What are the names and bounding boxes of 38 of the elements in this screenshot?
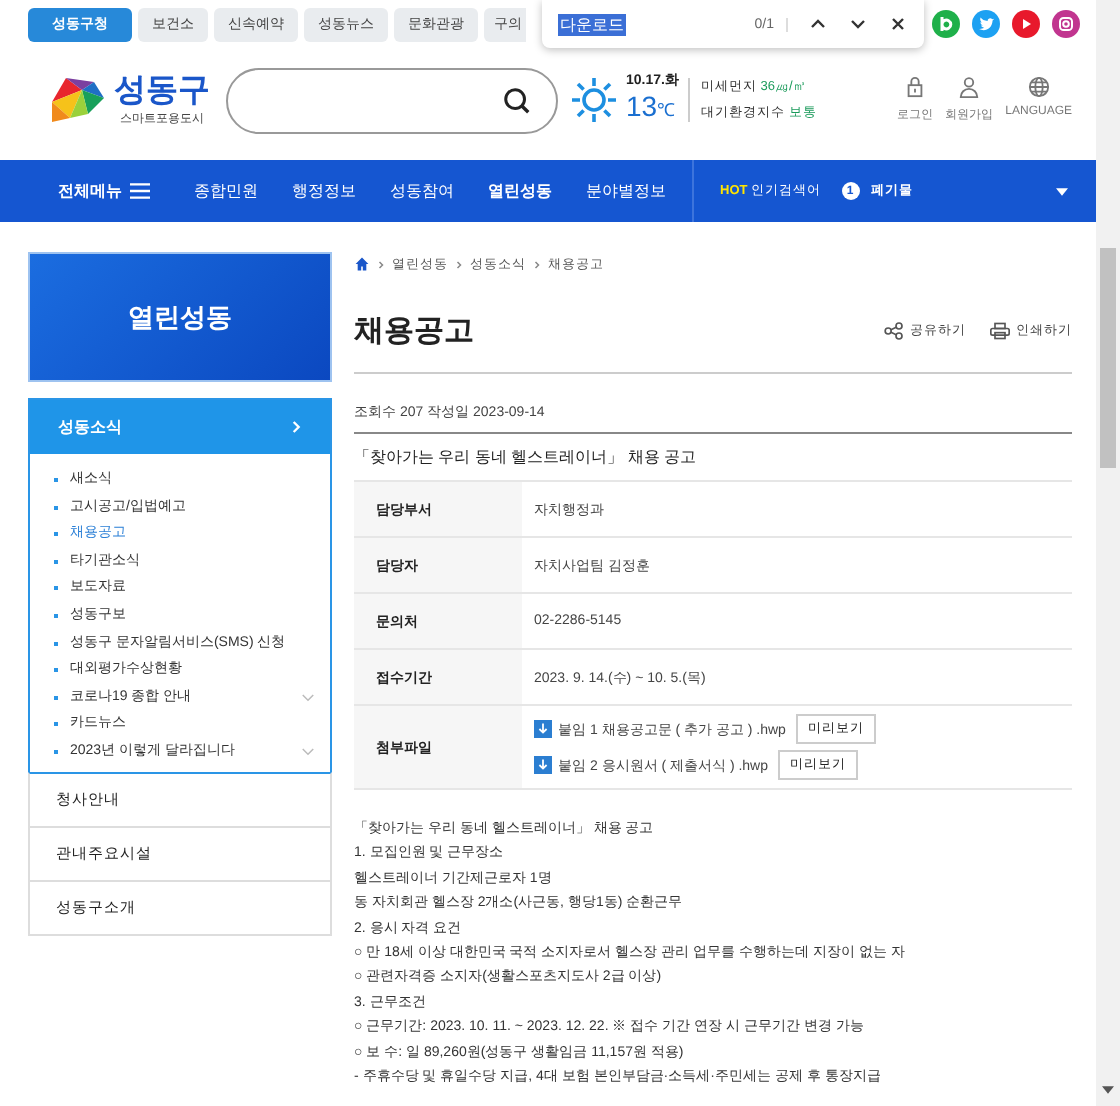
play-icon[interactable] — [1012, 10, 1040, 38]
chevron-icon — [292, 420, 302, 434]
file-icon — [534, 720, 552, 738]
chevron-icon — [534, 259, 540, 269]
scroll-thumb[interactable] — [1100, 248, 1116, 468]
lock-icon — [904, 76, 927, 98]
nav-item[interactable]: 분야별정보 — [586, 180, 666, 202]
close-icon[interactable] — [888, 14, 908, 34]
camera-icon[interactable] — [1052, 10, 1080, 38]
chevron-icon — [378, 259, 384, 269]
menu-icon — [130, 182, 150, 200]
all-menu-button[interactable]: 전체메뉴 — [58, 180, 150, 202]
blog-icon[interactable] — [932, 10, 960, 38]
nav-item[interactable]: 종합민원 — [194, 180, 258, 202]
sun-icon — [570, 76, 618, 124]
bird-icon[interactable] — [972, 10, 1000, 38]
home-icon[interactable] — [354, 256, 370, 272]
person-icon — [958, 76, 981, 98]
temperature: 13℃ — [626, 90, 678, 126]
globe-icon — [1027, 76, 1050, 98]
scroll-down-icon[interactable] — [1102, 1086, 1114, 1094]
nav-item[interactable]: 열린성동 — [488, 180, 552, 202]
search-icon[interactable] — [502, 85, 532, 115]
nav-item[interactable]: 성동참여 — [390, 180, 454, 202]
logo-icon[interactable] — [48, 74, 108, 126]
find-query[interactable]: 다운로드 — [558, 13, 626, 35]
file-icon — [534, 756, 552, 774]
caret-icon[interactable] — [1056, 187, 1068, 195]
search-field[interactable] — [226, 67, 558, 133]
share-icon — [884, 321, 904, 339]
page-title: 채용공고 — [354, 311, 474, 349]
logo-name: 성동구 — [114, 73, 210, 109]
printer-icon — [990, 321, 1010, 339]
chevron-icon — [456, 259, 462, 269]
section-title: 열린성동 — [128, 299, 232, 335]
nav-item[interactable]: 행정정보 — [292, 180, 356, 202]
scrollbar[interactable] — [1096, 0, 1120, 1106]
next-icon[interactable] — [848, 14, 868, 34]
